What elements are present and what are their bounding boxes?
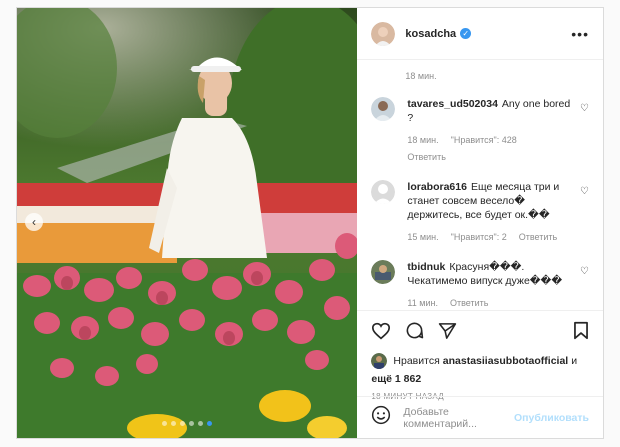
chevron-left-icon: ‹	[32, 215, 36, 229]
comment-likes[interactable]: "Нравится": 428	[451, 133, 517, 147]
post-photo[interactable]: ‹	[17, 8, 358, 438]
commenter-avatar[interactable]	[371, 260, 396, 284]
comment-item: lorabora616 Еще месяца три и станет совсе…	[371, 180, 589, 244]
comment-item: tavares_ud502034 Any one bored ? 18 мин. …	[371, 97, 589, 164]
author-username[interactable]: kosadcha	[405, 28, 456, 40]
carousel-prev-button[interactable]: ‹	[25, 213, 43, 231]
comment-like-icon[interactable]: ♡	[580, 266, 589, 277]
carousel-dots	[17, 421, 357, 426]
reply-button[interactable]: Ответить	[450, 296, 488, 310]
liker-username[interactable]: anastasiiasubbotaofficial	[443, 355, 568, 367]
comment-time: 11 мин.	[407, 298, 438, 308]
carousel-dot-active	[207, 421, 213, 426]
emoji-icon[interactable]	[371, 405, 391, 430]
post-header: kosadcha ✓ •••	[357, 8, 603, 60]
likes-count[interactable]: ещё 1 862	[357, 372, 603, 386]
comment-like-icon[interactable]: ♡	[580, 186, 589, 197]
carousel-dot	[171, 421, 177, 426]
carousel-dot	[189, 421, 195, 426]
liker-avatar[interactable]	[371, 353, 388, 369]
likes-line: Нравится anastasiiasubbotaofficial и	[357, 350, 603, 372]
comment-input[interactable]: Добавьте комментарий...	[403, 406, 514, 430]
comment-like-icon[interactable]: ♡	[580, 103, 589, 114]
post-sidebar: kosadcha ✓ ••• 18 мин. tavares_ud502034 A…	[357, 8, 603, 438]
carousel-dot	[180, 421, 186, 426]
commenter-avatar[interactable]	[371, 97, 396, 121]
carousel-dot	[162, 421, 168, 426]
share-icon[interactable]	[438, 322, 457, 340]
comment-time: 18 мин.	[407, 135, 439, 145]
more-options-icon[interactable]: •••	[571, 26, 589, 42]
comment-time: 15 мин.	[407, 232, 439, 242]
comment-username[interactable]: tavares_ud502034	[407, 98, 498, 110]
comment-item: tbidnuk Красуня���. Чекатимемо випуск дуж…	[371, 260, 589, 310]
verified-badge-icon: ✓	[460, 28, 472, 39]
commenter-avatar[interactable]	[371, 180, 396, 204]
post-image	[17, 8, 358, 438]
likes-suffix: и	[571, 355, 578, 367]
comment-username[interactable]: lorabora616	[407, 181, 467, 193]
comment-username[interactable]: tbidnuk	[407, 261, 445, 273]
like-icon[interactable]	[371, 322, 391, 340]
publish-button[interactable]: Опубликовать	[514, 412, 589, 424]
comment-likes[interactable]: "Нравится": 2	[451, 230, 507, 244]
add-comment-bar: Добавьте комментарий... Опубликовать	[357, 396, 603, 438]
post-actions	[357, 310, 603, 350]
comment-icon[interactable]	[405, 321, 424, 340]
save-icon[interactable]	[573, 321, 589, 340]
author-avatar[interactable]	[371, 21, 396, 46]
caption-time: 18 мин.	[405, 71, 437, 81]
reply-button[interactable]: Ответить	[407, 150, 445, 164]
carousel-dot	[198, 421, 204, 426]
likes-prefix: Нравится	[393, 355, 440, 367]
reply-button[interactable]: Ответить	[519, 230, 557, 244]
comments-list: 18 мин. tavares_ud502034 Any one bored ? …	[357, 60, 603, 310]
post-card: ‹ kosadcha ✓ ••• 18 мин. tavares_ud50203…	[16, 7, 604, 439]
